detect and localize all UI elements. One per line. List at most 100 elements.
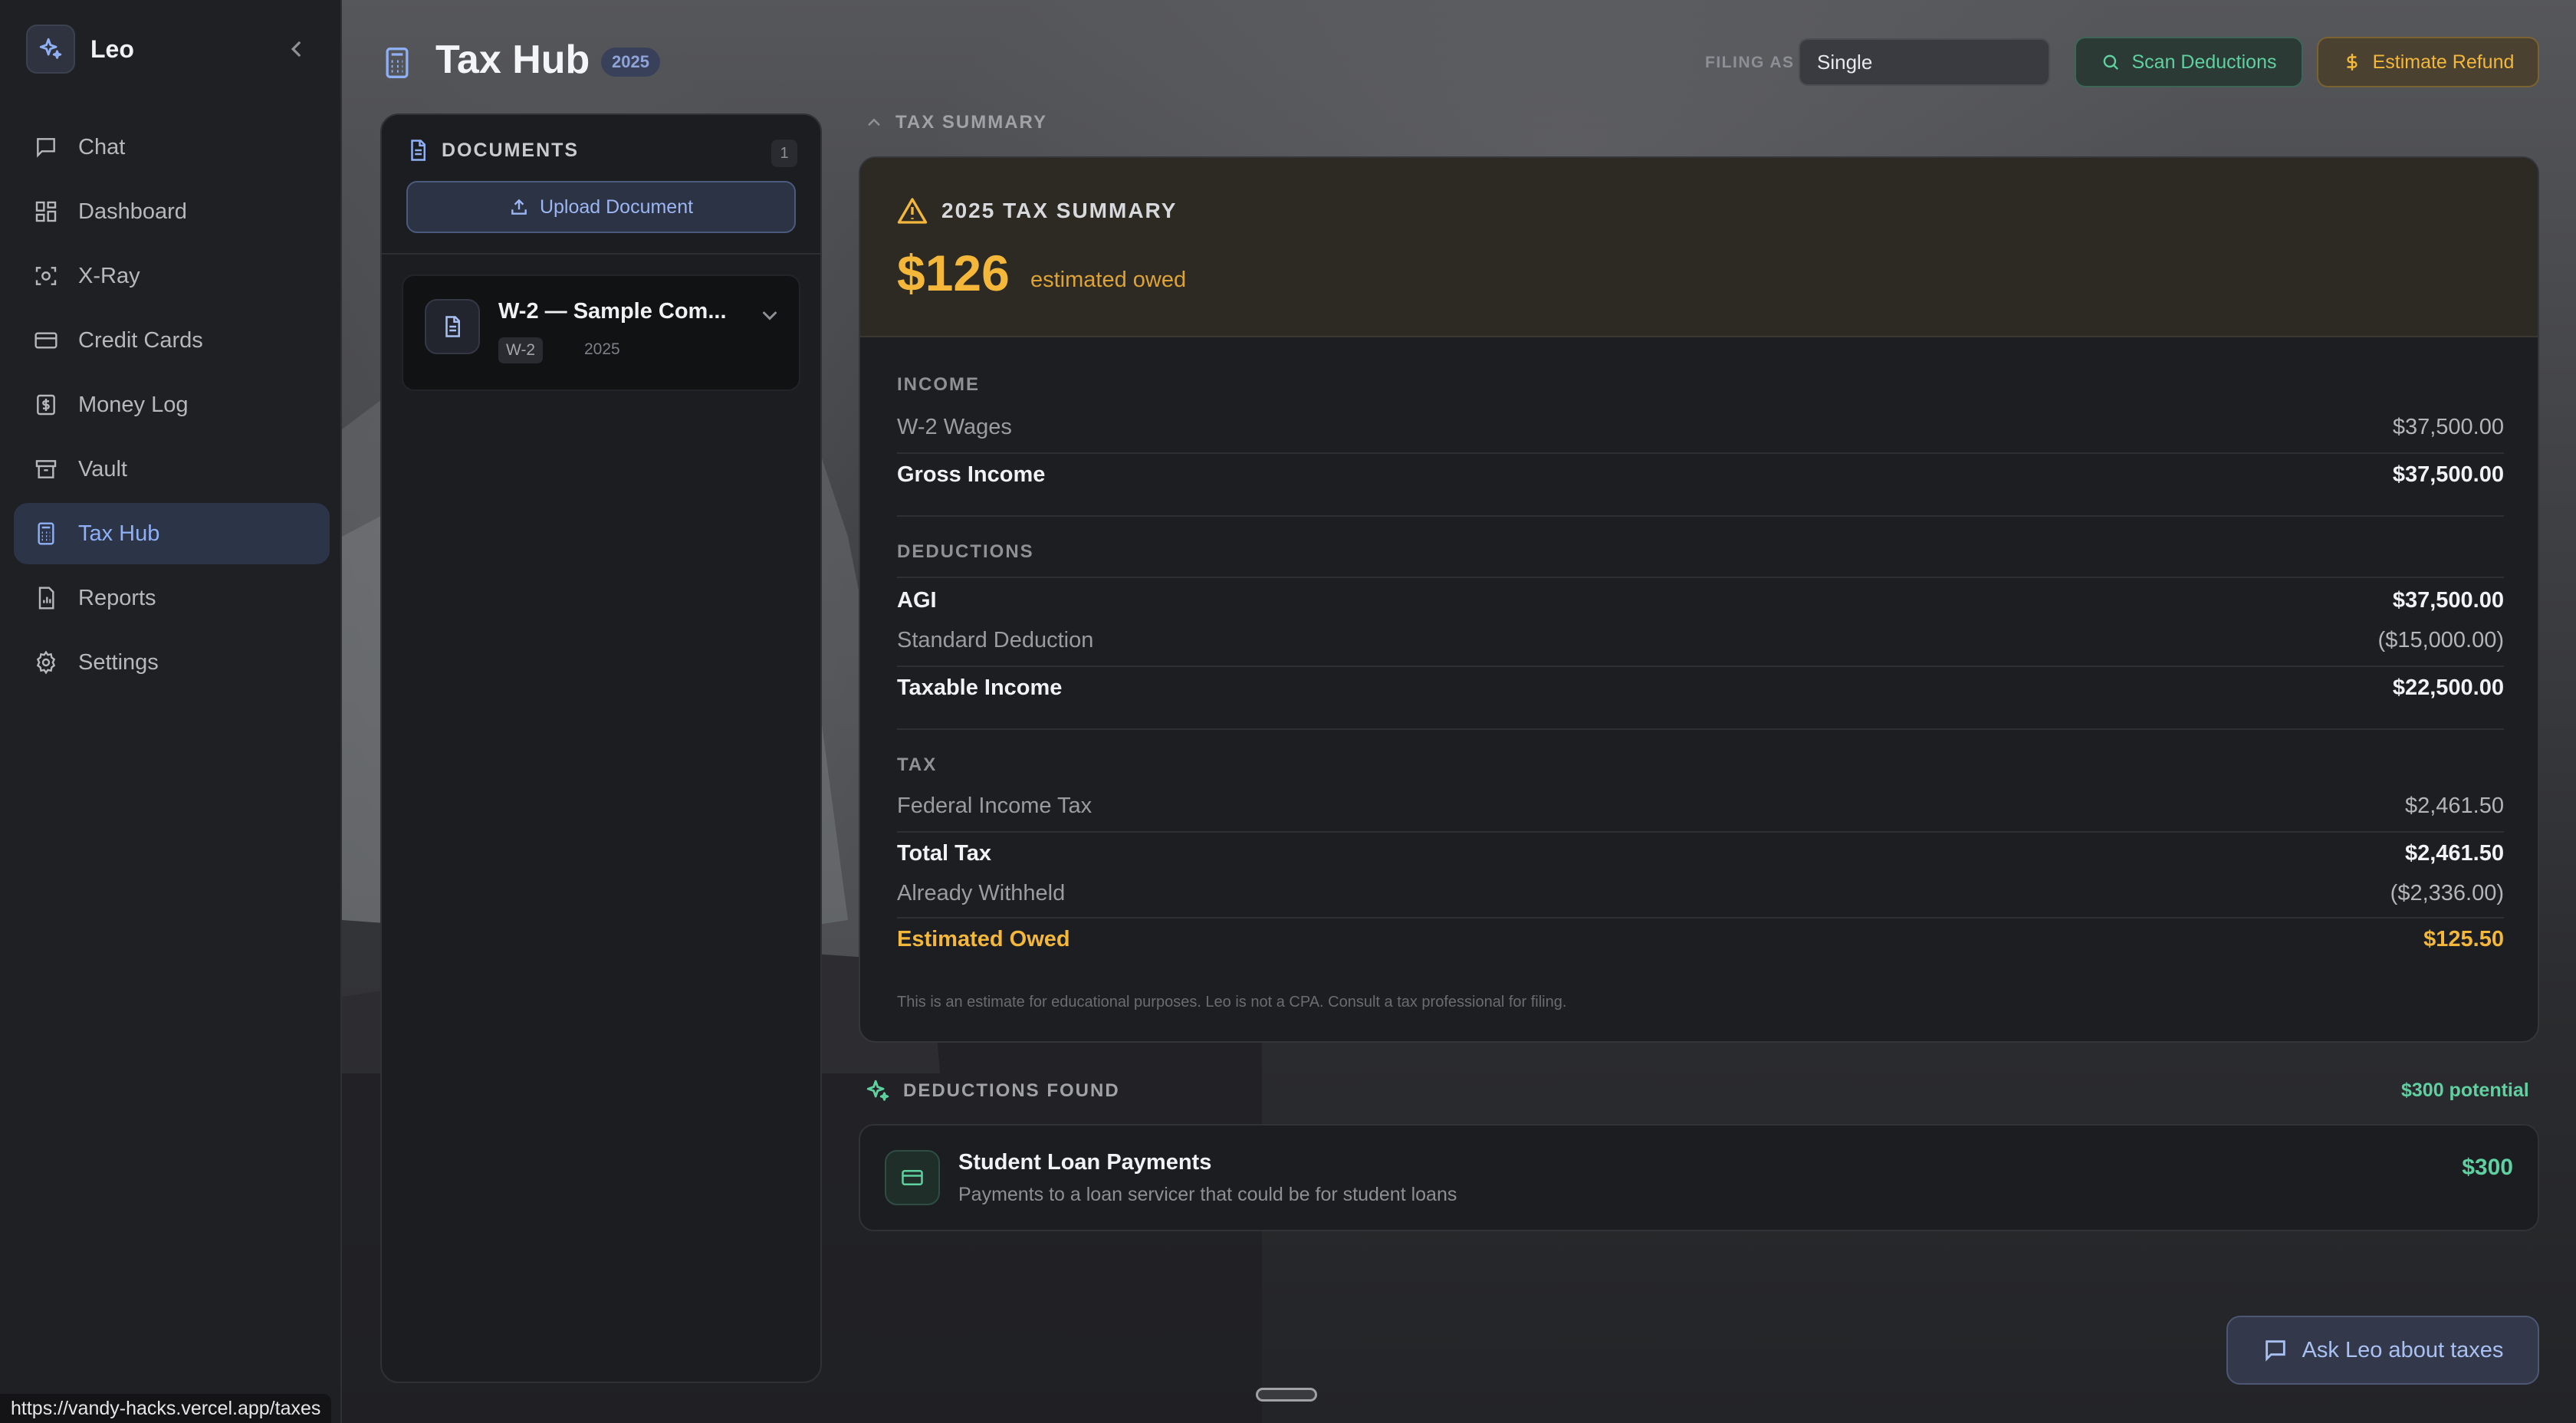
chevron-up-icon <box>866 117 882 129</box>
row-already-withheld: Already Withheld ($2,336.00) <box>897 874 2504 912</box>
deductions-found-header: DEDUCTIONS FOUND <box>865 1078 1120 1104</box>
upload-document-label: Upload Document <box>539 196 694 218</box>
row-divider <box>897 665 2504 667</box>
sparkles-icon <box>865 1078 891 1104</box>
upload-icon <box>509 197 529 217</box>
brand[interactable]: Leo <box>26 25 134 74</box>
vault-icon <box>32 455 60 483</box>
row-label: Total Tax <box>897 840 991 866</box>
calculator-icon <box>380 44 414 81</box>
row-divider <box>897 917 2504 919</box>
tax-summary-header: 2025 TAX SUMMARY $126 estimated owed <box>860 158 2538 337</box>
row-value: $37,500.00 <box>2392 462 2504 487</box>
deductions-found-title: DEDUCTIONS FOUND <box>903 1080 1120 1101</box>
year-badge: 2025 <box>601 48 660 77</box>
sidebar-item-vault[interactable]: Vault <box>14 439 330 500</box>
document-year: 2025 <box>584 340 620 358</box>
row-value: $2,461.50 <box>2404 840 2504 866</box>
documents-header: DOCUMENTS <box>406 138 579 163</box>
dashboard-icon <box>32 198 60 225</box>
documents-title: DOCUMENTS <box>442 139 580 161</box>
brand-name: Leo <box>90 35 134 63</box>
row-label: Estimated Owed <box>897 926 1070 951</box>
row-taxable-income: Taxable Income $22,500.00 <box>897 669 2504 707</box>
sidebar-item-xray[interactable]: X-Ray <box>14 245 330 307</box>
row-value: $37,500.00 <box>2392 587 2504 613</box>
row-standard-deduction: Standard Deduction ($15,000.00) <box>897 621 2504 659</box>
documents-divider <box>382 253 820 255</box>
status-bar-url: https://vandy-hacks.vercel.app/taxes <box>0 1394 332 1423</box>
row-label: Already Withheld <box>897 880 1066 905</box>
row-agi: AGI $37,500.00 <box>897 581 2504 619</box>
deduction-card[interactable]: Student Loan Payments Payments to a loan… <box>859 1124 2539 1231</box>
sidebar-item-credit-cards[interactable]: Credit Cards <box>14 310 330 371</box>
sidebar-item-label: Credit Cards <box>78 327 203 353</box>
row-divider <box>897 452 2504 454</box>
tax-summary-title-row: 2025 TAX SUMMARY <box>897 196 1177 225</box>
ask-leo-button[interactable]: Ask Leo about taxes <box>2226 1316 2539 1385</box>
credit-card-icon <box>885 1150 940 1205</box>
row-estimated-owed: Estimated Owed $125.50 <box>897 920 2504 958</box>
chat-icon <box>32 133 60 161</box>
row-value: $125.50 <box>2423 926 2504 951</box>
sidebar-nav: Chat Dashboard X-Ray Credit Cards Money … <box>14 117 330 696</box>
row-divider <box>897 577 2504 578</box>
document-type-tag: W-2 <box>498 337 544 363</box>
deductions-group-label: DEDUCTIONS <box>897 541 1034 562</box>
sidebar-item-chat[interactable]: Chat <box>14 117 330 178</box>
document-icon <box>406 138 429 163</box>
collapse-sidebar-button[interactable] <box>285 35 308 63</box>
calculator-icon <box>32 520 60 547</box>
sidebar-item-settings[interactable]: Settings <box>14 632 330 693</box>
chevron-down-icon[interactable] <box>761 308 779 322</box>
income-group-label: INCOME <box>897 374 980 395</box>
sidebar-item-label: Vault <box>78 456 127 481</box>
row-value: $2,461.50 <box>2404 793 2504 818</box>
reports-icon <box>32 584 60 612</box>
tax-summary-section-label: TAX SUMMARY <box>895 112 1047 133</box>
row-divider <box>897 831 2504 833</box>
sidebar-item-dashboard[interactable]: Dashboard <box>14 181 330 242</box>
sidebar-item-money-log[interactable]: Money Log <box>14 374 330 435</box>
row-label: Taxable Income <box>897 675 1063 700</box>
upload-document-button[interactable]: Upload Document <box>406 181 796 233</box>
deduction-name: Student Loan Payments <box>958 1150 1212 1175</box>
sidebar-item-reports[interactable]: Reports <box>14 567 330 629</box>
sidebar-item-label: Settings <box>78 649 159 675</box>
row-label: Gross Income <box>897 462 1046 487</box>
filing-as-label: FILING AS <box>1705 54 1795 71</box>
warning-icon <box>897 196 928 225</box>
sidebar-item-label: X-Ray <box>78 263 140 288</box>
tax-group-label: TAX <box>897 754 938 775</box>
row-value: ($15,000.00) <box>2377 627 2504 652</box>
gear-icon <box>32 649 60 676</box>
documents-panel: DOCUMENTS 1 Upload Document W-2 — Sample… <box>380 113 822 1383</box>
document-card[interactable]: W-2 — Sample Com... W-2 2025 <box>402 274 800 391</box>
row-total-tax: Total Tax $2,461.50 <box>897 834 2504 873</box>
group-divider <box>897 515 2504 517</box>
ask-leo-label: Ask Leo about taxes <box>2302 1337 2504 1362</box>
scan-deductions-label: Scan Deductions <box>2131 51 2277 73</box>
sidebar-item-label: Dashboard <box>78 199 187 224</box>
money-log-icon <box>32 391 60 419</box>
chevron-left-icon <box>291 41 301 57</box>
sidebar-item-label: Tax Hub <box>78 521 160 546</box>
search-icon <box>2101 52 2121 72</box>
scroll-handle[interactable] <box>1256 1388 1317 1402</box>
scan-deductions-button[interactable]: Scan Deductions <box>2075 37 2303 87</box>
tax-summary-toggle[interactable]: TAX SUMMARY <box>866 112 1047 133</box>
sidebar-item-tax-hub[interactable]: Tax Hub <box>14 503 330 564</box>
documents-count-badge: 1 <box>771 140 797 167</box>
estimate-refund-label: Estimate Refund <box>2372 51 2515 73</box>
row-label: AGI <box>897 587 937 613</box>
estimated-owed-caption: estimated owed <box>1030 268 1187 292</box>
tax-summary-title: 2025 TAX SUMMARY <box>941 199 1178 222</box>
filing-status-select[interactable]: Single <box>1799 38 2050 86</box>
deduction-amount: $300 <box>2462 1155 2513 1180</box>
deduction-description: Payments to a loan servicer that could b… <box>958 1184 1457 1205</box>
estimate-refund-button[interactable]: Estimate Refund <box>2317 37 2539 87</box>
sidebar-item-label: Money Log <box>78 392 189 417</box>
sidebar-item-label: Reports <box>78 585 156 610</box>
group-divider <box>897 728 2504 730</box>
row-label: Standard Deduction <box>897 627 1094 652</box>
